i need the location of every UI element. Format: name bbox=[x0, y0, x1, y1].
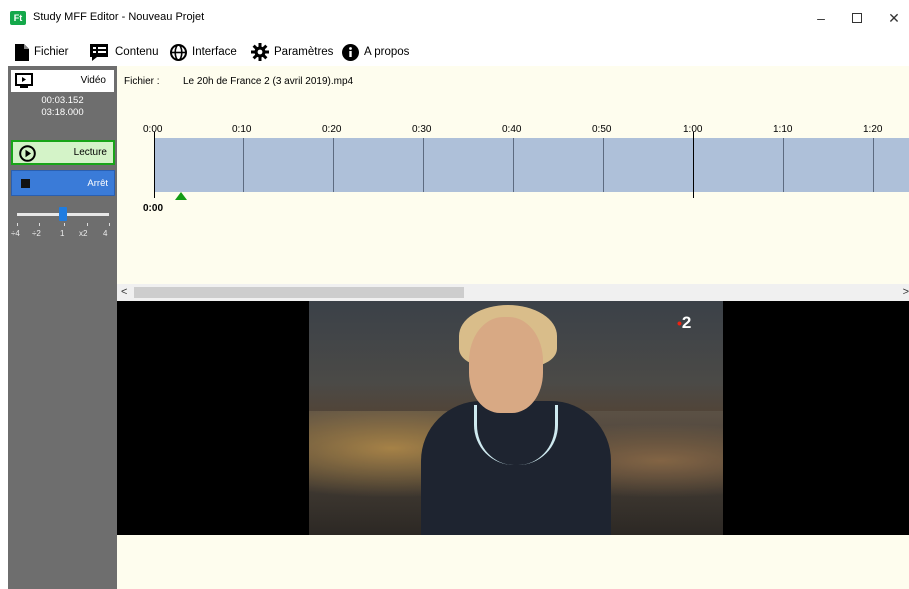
info-icon bbox=[342, 43, 359, 61]
video-frame: •2 bbox=[309, 301, 723, 535]
scrollbar-thumb[interactable] bbox=[134, 287, 464, 298]
editor-area: Fichier : Le 20h de France 2 (3 avril 20… bbox=[117, 66, 909, 589]
menu-parametres[interactable]: Paramètres bbox=[251, 42, 333, 62]
file-icon bbox=[15, 43, 29, 61]
playhead-position: 0:00 bbox=[143, 203, 164, 214]
control-panel: Vidéo 00:03.152 03:18.000 Lecture Arrêt … bbox=[8, 66, 117, 589]
playhead-marker-icon[interactable] bbox=[175, 192, 187, 200]
ruler-label: 0:00 bbox=[143, 124, 163, 135]
play-button[interactable]: Lecture bbox=[11, 140, 115, 165]
globe-icon bbox=[170, 43, 187, 61]
file-label: Fichier : bbox=[124, 76, 160, 87]
menu-fichier[interactable]: Fichier bbox=[14, 42, 69, 62]
speed-slider-ticks bbox=[16, 223, 116, 229]
timeline-tick bbox=[333, 138, 334, 192]
close-button[interactable]: ✕ bbox=[875, 6, 909, 30]
speed-label: 1 bbox=[60, 229, 65, 238]
minimize-button[interactable]: – bbox=[802, 6, 840, 30]
menu-interface[interactable]: Interface bbox=[170, 42, 237, 62]
menu-interface-label: Interface bbox=[192, 46, 237, 58]
app-logo-icon: Ft bbox=[10, 11, 26, 25]
ruler-label: 0:30 bbox=[412, 124, 432, 135]
ruler-label: 0:40 bbox=[502, 124, 522, 135]
timeline-minute-line bbox=[693, 132, 694, 198]
stop-label: Arrêt bbox=[87, 178, 108, 189]
timeline-tick bbox=[243, 138, 244, 192]
timeline-track[interactable] bbox=[154, 138, 909, 192]
ruler-label: 0:20 bbox=[322, 124, 342, 135]
scroll-left-icon[interactable]: < bbox=[121, 286, 127, 298]
timeline-tick bbox=[513, 138, 514, 192]
speed-label: 4 bbox=[103, 229, 108, 238]
menu-contenu[interactable]: Contenu bbox=[90, 42, 158, 62]
timeline-tick bbox=[873, 138, 874, 192]
play-circle-icon bbox=[19, 145, 36, 162]
video-label: Vidéo bbox=[80, 75, 106, 86]
title-bar: Ft Study MFF Editor - Nouveau Projet – ✕ bbox=[0, 0, 909, 34]
maximize-icon bbox=[852, 13, 862, 23]
speed-label: x2 bbox=[79, 229, 88, 238]
video-screen-icon bbox=[15, 73, 33, 88]
menu-contenu-label: Contenu bbox=[115, 46, 159, 58]
stop-button[interactable]: Arrêt bbox=[11, 170, 115, 196]
ruler-label: 1:10 bbox=[773, 124, 793, 135]
maximize-button[interactable] bbox=[838, 6, 876, 30]
channel-logo-text: 2 bbox=[681, 313, 692, 332]
timeline-tick bbox=[783, 138, 784, 192]
speed-slider-thumb[interactable] bbox=[59, 207, 67, 221]
current-time: 00:03.152 bbox=[41, 95, 84, 106]
channel-logo: •2 bbox=[677, 313, 692, 332]
timeline-start-line bbox=[154, 132, 155, 198]
menu-apropos[interactable]: A propos bbox=[342, 42, 409, 62]
video-player[interactable]: •2 bbox=[117, 301, 909, 535]
file-name: Le 20h de France 2 (3 avril 2019).mp4 bbox=[183, 76, 354, 87]
play-label: Lecture bbox=[73, 147, 107, 158]
presenter-head bbox=[469, 317, 543, 413]
timeline-scrollbar[interactable]: < > bbox=[117, 284, 909, 301]
ruler-label: 0:10 bbox=[232, 124, 252, 135]
menu-bar: Fichier Contenu Interface Paramètres A p… bbox=[0, 38, 909, 66]
stop-icon bbox=[21, 179, 30, 188]
ruler-label: 0:50 bbox=[592, 124, 612, 135]
timeline-tick bbox=[423, 138, 424, 192]
content-list-icon bbox=[90, 43, 108, 61]
menu-parametres-label: Paramètres bbox=[274, 46, 334, 58]
menu-apropos-label: A propos bbox=[364, 46, 410, 58]
window-title: Study MFF Editor - Nouveau Projet bbox=[33, 11, 205, 23]
total-time: 03:18.000 bbox=[41, 107, 84, 118]
speed-label: ÷2 bbox=[32, 229, 41, 238]
menu-fichier-label: Fichier bbox=[34, 46, 69, 58]
scroll-right-icon[interactable]: > bbox=[903, 286, 909, 298]
gear-icon bbox=[251, 43, 269, 61]
speed-label: ÷4 bbox=[11, 229, 20, 238]
timeline-tick bbox=[603, 138, 604, 192]
video-toggle[interactable]: Vidéo bbox=[11, 70, 114, 92]
ruler-label: 1:20 bbox=[863, 124, 883, 135]
